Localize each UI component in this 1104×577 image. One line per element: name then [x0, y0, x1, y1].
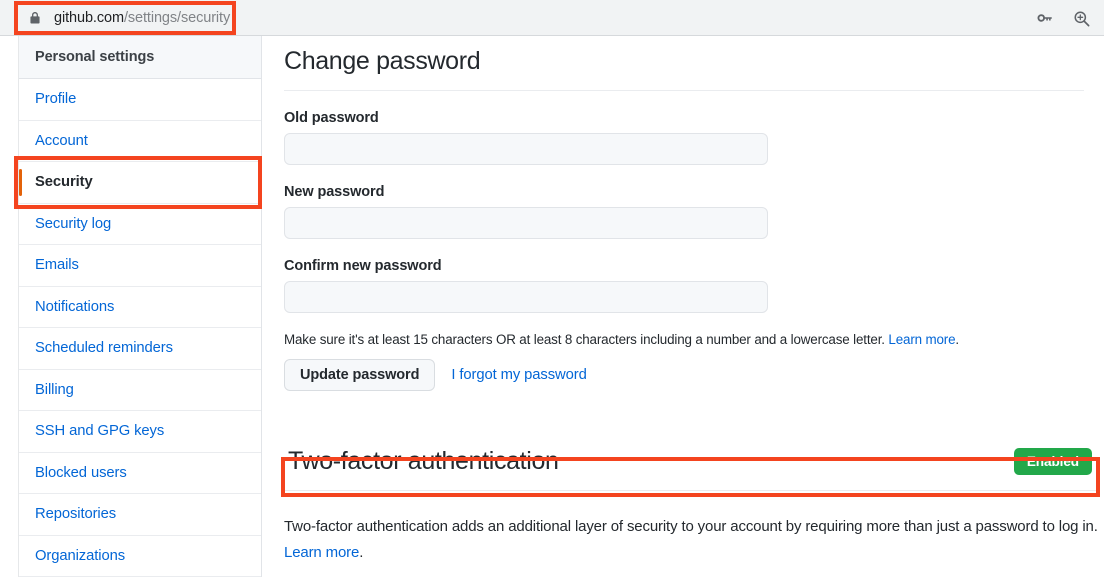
sidebar-item-emails[interactable]: Emails [19, 245, 261, 287]
password-requirements-text: Make sure it's at least 15 characters OR… [284, 330, 1096, 349]
password-learn-more-link[interactable]: Learn more [888, 332, 955, 347]
sidebar-item-security-log[interactable]: Security log [19, 204, 261, 246]
page-title: Change password [284, 36, 1084, 91]
old-password-label: Old password [284, 110, 1096, 126]
zoom-icon[interactable] [1070, 7, 1092, 29]
browser-toolbar: github.com/settings/security [0, 0, 1104, 36]
sidebar-item-notifications[interactable]: Notifications [19, 287, 261, 329]
two-factor-description: Two-factor authentication adds an additi… [284, 514, 1099, 566]
toolbar-actions [1034, 0, 1092, 36]
two-factor-header: Two-factor authentication Enabled [284, 442, 1096, 491]
sidebar-item-blocked-users[interactable]: Blocked users [19, 453, 261, 495]
new-password-input[interactable] [284, 207, 768, 239]
two-factor-learn-more-link[interactable]: Learn more [284, 544, 359, 561]
sidebar-item-repositories[interactable]: Repositories [19, 494, 261, 536]
page-body: Personal settings Profile Account Securi… [0, 36, 1104, 576]
main-content: Change password Old password New passwor… [284, 36, 1104, 566]
sidebar-item-account[interactable]: Account [19, 121, 261, 163]
lock-icon [28, 11, 42, 25]
two-factor-description-suffix: . [359, 544, 363, 561]
old-password-field-group: Old password [284, 110, 1096, 165]
sidebar-item-ssh-and-gpg-keys[interactable]: SSH and GPG keys [19, 411, 261, 453]
sidebar-item-billing[interactable]: Billing [19, 370, 261, 412]
sidebar-item-profile[interactable]: Profile [19, 79, 261, 121]
status-badge: Enabled [1014, 448, 1092, 475]
new-password-field-group: New password [284, 184, 1096, 239]
password-actions-row: Update password I forgot my password [284, 359, 1096, 391]
two-factor-section: Two-factor authentication Enabled Two-fa… [284, 442, 1096, 566]
url-host: github.com [54, 10, 124, 26]
address-bar[interactable]: github.com/settings/security [18, 4, 244, 32]
settings-sidebar: Personal settings Profile Account Securi… [18, 36, 262, 577]
two-factor-description-body: Two-factor authentication adds an additi… [284, 518, 1098, 535]
sidebar-header: Personal settings [19, 36, 261, 79]
confirm-password-field-group: Confirm new password [284, 258, 1096, 313]
confirm-password-input[interactable] [284, 281, 768, 313]
old-password-input[interactable] [284, 133, 768, 165]
password-requirements-suffix: . [955, 332, 959, 347]
sidebar-item-scheduled-reminders[interactable]: Scheduled reminders [19, 328, 261, 370]
sidebar-item-security[interactable]: Security [19, 162, 261, 204]
password-key-icon[interactable] [1034, 7, 1056, 29]
new-password-label: New password [284, 184, 1096, 200]
password-requirements-body: Make sure it's at least 15 characters OR… [284, 332, 888, 347]
forgot-password-link[interactable]: I forgot my password [451, 367, 586, 383]
url-path: /settings/security [124, 10, 230, 26]
url-text: github.com/settings/security [54, 11, 230, 26]
sidebar-item-organizations[interactable]: Organizations [19, 536, 261, 577]
update-password-button[interactable]: Update password [284, 359, 435, 391]
two-factor-title: Two-factor authentication [288, 447, 559, 476]
confirm-password-label: Confirm new password [284, 258, 1096, 274]
sidebar-nav-list: Profile Account Security Security log Em… [19, 79, 261, 577]
